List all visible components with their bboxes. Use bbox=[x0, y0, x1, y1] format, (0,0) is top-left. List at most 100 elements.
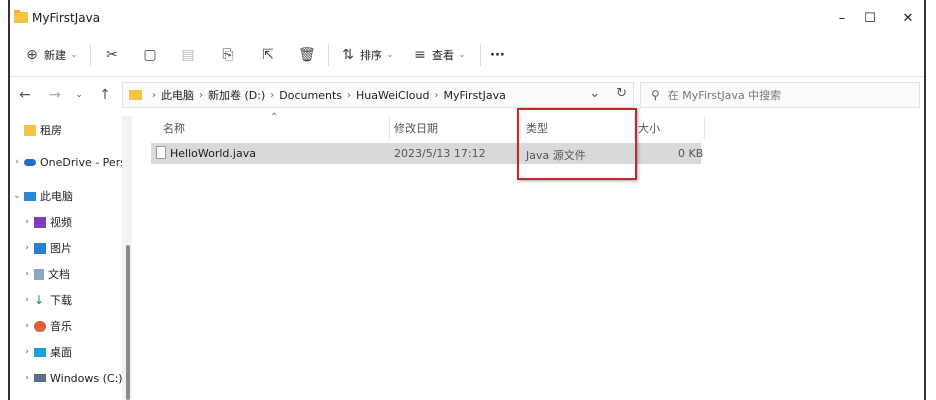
nav-item-label: 此电脑 bbox=[40, 190, 73, 203]
trash-icon: 🗑 bbox=[298, 47, 316, 63]
forward-button[interactable]: → bbox=[44, 84, 66, 106]
share-button[interactable]: ⇱ bbox=[260, 44, 276, 66]
rename-icon: ⎘ bbox=[222, 47, 234, 63]
file-size: 0 KB bbox=[678, 147, 704, 160]
sort-button[interactable]: ⇅ 排序 ⌄ bbox=[340, 44, 393, 66]
plus-circle-icon: ⊕ bbox=[26, 47, 38, 63]
toolbar-divider bbox=[328, 44, 329, 66]
nav-item-downloads[interactable]: › ↓ 下载 bbox=[20, 290, 72, 310]
breadcrumb-myfirstjava[interactable]: MyFirstJava bbox=[443, 89, 505, 102]
view-list-icon: ≡ bbox=[414, 47, 426, 63]
nav-item-label: OneDrive - Pers bbox=[40, 155, 122, 169]
more-options-button[interactable]: ··· bbox=[490, 44, 505, 66]
document-icon bbox=[34, 268, 44, 280]
command-bar-divider bbox=[10, 76, 924, 77]
nav-item-music[interactable]: › 音乐 bbox=[20, 316, 72, 336]
toolbar-divider bbox=[480, 44, 481, 66]
title-bar: MyFirstJava – ☐ ✕ bbox=[10, 6, 924, 32]
close-button[interactable]: ✕ bbox=[890, 8, 926, 30]
nav-item-label: 视频 bbox=[50, 216, 72, 229]
download-icon: ↓ bbox=[34, 292, 45, 307]
cut-button[interactable]: ✂ bbox=[104, 44, 120, 66]
video-icon bbox=[34, 216, 46, 228]
chevron-right-icon: › bbox=[25, 373, 29, 383]
cloud-icon bbox=[24, 158, 36, 166]
chevron-down-icon: ⌄ bbox=[70, 50, 78, 60]
rename-button[interactable]: ⎘ bbox=[220, 44, 236, 66]
chevron-right-icon: › bbox=[25, 347, 29, 357]
nav-scrollbar-thumb[interactable] bbox=[126, 245, 130, 400]
sort-icon: ⇅ bbox=[342, 47, 354, 63]
nav-item-label: 文档 bbox=[48, 268, 70, 281]
nav-item-label: 图片 bbox=[50, 242, 72, 255]
nav-item-label: 桌面 bbox=[50, 346, 72, 359]
folder-icon bbox=[24, 124, 36, 136]
drive-icon bbox=[34, 374, 46, 382]
desktop-icon bbox=[34, 347, 46, 357]
sort-label: 排序 bbox=[360, 49, 382, 62]
view-label: 查看 bbox=[432, 49, 454, 62]
toolbar-divider bbox=[90, 44, 91, 66]
computer-icon bbox=[24, 191, 36, 201]
nav-item-pictures[interactable]: › 图片 bbox=[20, 238, 72, 258]
share-icon: ⇱ bbox=[262, 47, 274, 63]
nav-item-onedrive[interactable]: › OneDrive - Pers bbox=[10, 152, 122, 172]
copy-button[interactable]: ▢ bbox=[142, 44, 158, 66]
chevron-right-icon: › bbox=[199, 89, 203, 101]
maximize-button[interactable]: ☐ bbox=[852, 8, 888, 30]
chevron-right-icon: › bbox=[152, 89, 156, 101]
breadcrumb-huaweicloud[interactable]: HuaWeiCloud bbox=[356, 89, 429, 102]
view-button[interactable]: ≡ 查看 ⌄ bbox=[412, 44, 466, 66]
nav-item-desktop[interactable]: › 桌面 bbox=[20, 342, 72, 362]
chevron-down-icon: ⌄ bbox=[458, 50, 466, 60]
chevron-down-icon: ⌄ bbox=[13, 191, 21, 201]
java-file-icon bbox=[156, 146, 166, 159]
annotation-highlight-box bbox=[517, 108, 637, 180]
recent-locations-button[interactable]: ⌄ bbox=[68, 84, 90, 106]
address-bar[interactable]: › 此电脑 › 新加卷 (D:) › Documents › HuaWeiClo… bbox=[122, 82, 634, 108]
chevron-right-icon: › bbox=[25, 269, 29, 279]
up-button[interactable]: ↑ bbox=[94, 84, 116, 106]
column-divider[interactable] bbox=[389, 116, 390, 140]
folder-icon bbox=[129, 90, 142, 100]
column-header-modified[interactable]: 修改日期 bbox=[394, 120, 438, 136]
back-button[interactable]: ← bbox=[14, 84, 36, 106]
refresh-icon[interactable]: ↻ bbox=[616, 86, 627, 101]
navigation-pane: 租房 › OneDrive - Pers ⌄ 此电脑 › 视频 › 图片 › 文… bbox=[10, 116, 122, 400]
search-placeholder: 在 MyFirstJava 中搜索 bbox=[667, 89, 782, 102]
nav-item-label: 租房 bbox=[40, 124, 62, 137]
breadcrumb-this-pc[interactable]: 此电脑 bbox=[161, 87, 194, 103]
address-history-icon[interactable]: ⌄ bbox=[589, 86, 600, 101]
paste-button[interactable]: ▤ bbox=[180, 44, 196, 66]
new-label: 新建 bbox=[44, 49, 66, 62]
nav-item-documents[interactable]: › 文档 bbox=[20, 264, 70, 284]
chevron-right-icon: › bbox=[15, 157, 19, 167]
nav-item-videos[interactable]: › 视频 bbox=[20, 212, 72, 232]
new-button[interactable]: ⊕ 新建 ⌄ bbox=[24, 44, 78, 66]
breadcrumb-drive-d[interactable]: 新加卷 (D:) bbox=[208, 87, 265, 103]
column-header-size[interactable]: 大小 bbox=[638, 120, 660, 136]
file-modified: 2023/5/13 17:12 bbox=[394, 147, 486, 160]
copy-icon: ▢ bbox=[143, 47, 157, 63]
music-icon bbox=[34, 320, 46, 332]
nav-item-label: Windows (C:) bbox=[50, 371, 122, 385]
nav-item-quick-folder[interactable]: 租房 bbox=[24, 120, 62, 140]
chevron-right-icon: › bbox=[434, 89, 439, 101]
nav-item-this-pc[interactable]: ⌄ 此电脑 bbox=[10, 186, 73, 206]
command-bar: ⊕ 新建 ⌄ ✂ ▢ ▤ ⎘ ⇱ 🗑 ⇅ 排序 ⌄ ≡ 查看 ⌄ ··· bbox=[10, 36, 924, 74]
scissors-icon: ✂ bbox=[106, 47, 118, 63]
picture-icon bbox=[34, 242, 46, 254]
chevron-right-icon: › bbox=[346, 89, 351, 101]
nav-item-label: 下载 bbox=[50, 294, 72, 307]
paste-icon: ▤ bbox=[181, 47, 195, 63]
file-name[interactable]: HelloWorld.java bbox=[170, 147, 256, 160]
breadcrumb-documents[interactable]: Documents bbox=[279, 89, 342, 102]
nav-item-label: 音乐 bbox=[50, 320, 72, 333]
nav-item-windows-c[interactable]: › Windows (C:) bbox=[20, 368, 122, 388]
delete-button[interactable]: 🗑 bbox=[298, 44, 316, 66]
chevron-right-icon: › bbox=[25, 243, 29, 253]
column-divider[interactable] bbox=[704, 116, 705, 140]
column-header-name[interactable]: 名称 bbox=[163, 120, 185, 136]
search-icon: ⚲ bbox=[651, 88, 660, 102]
search-input[interactable]: ⚲ 在 MyFirstJava 中搜索 bbox=[640, 82, 920, 108]
